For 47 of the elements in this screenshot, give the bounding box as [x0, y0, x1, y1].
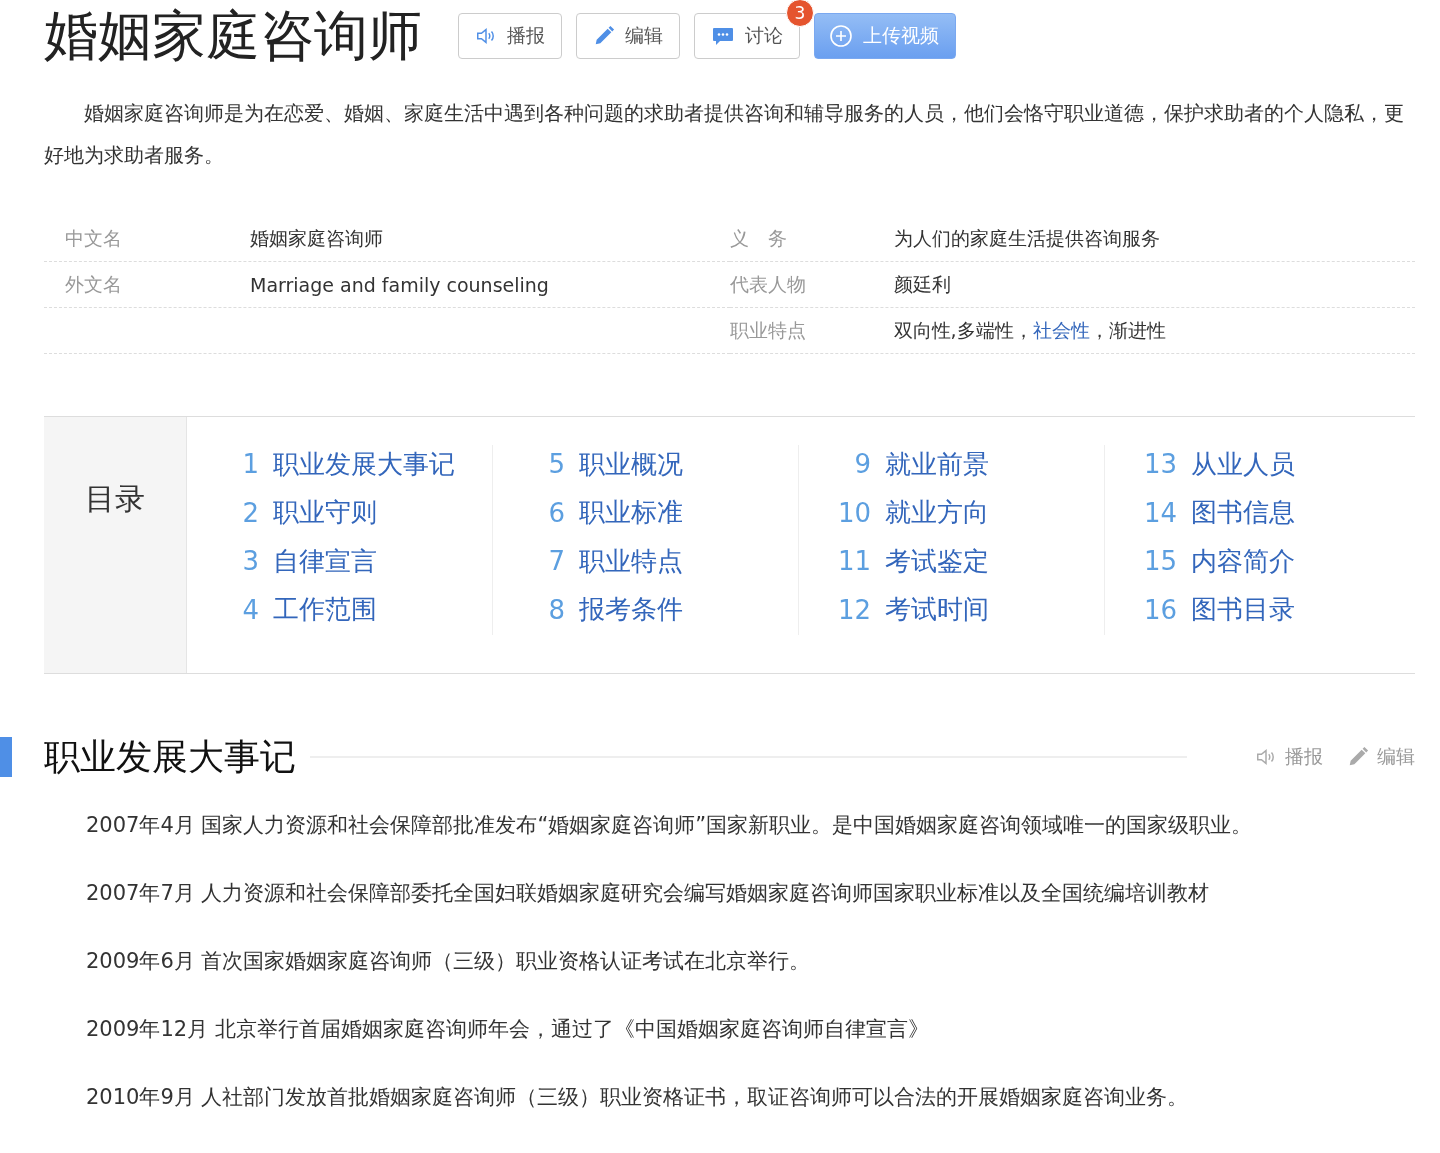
value-link[interactable]: 社会性: [1032, 318, 1090, 341]
paragraph: 2007年4月 国家人力资源和社会保障部批准发布“婚姻家庭咨询师”国家新职业。是中国婚姻家庭咨询领域唯一的国家级职业。: [85, 812, 1254, 839]
count-badge: 3: [786, 0, 814, 27]
catalog-link[interactable]: 14 图书信息: [1125, 493, 1411, 532]
paragraph: 2009年6月 首次国家婚姻家庭咨询师（三级）职业资格认证考试在北京举行。: [85, 948, 812, 975]
section-action-button[interactable]: 编辑: [1347, 744, 1415, 770]
catalog-link[interactable]: 12 考试时间: [819, 590, 1104, 629]
catalog-link[interactable]: 4 工作范围: [207, 590, 492, 629]
plus-circle-icon: [829, 24, 853, 48]
speaker-icon: [475, 25, 497, 47]
catalog-link[interactable]: 16 图书目录: [1125, 590, 1411, 629]
catalog-link[interactable]: 2 职业守则: [207, 493, 492, 532]
paragraph: 2009年12月 北京举行首届婚姻家庭咨询师年会，通过了《中国婚姻家庭咨询师自律宣言》: [85, 1016, 930, 1043]
field-label: 代表人物: [729, 271, 807, 297]
catalog-link[interactable]: 5 职业概况: [513, 445, 798, 484]
paragraph: 2007年7月 人力资源和社会保障部委托全国妇联婚姻家庭研究会编写婚姻家庭咨询师国家职业标准以及全国统编培训教材: [85, 880, 1211, 907]
section-action-button[interactable]: 播报: [1255, 744, 1323, 770]
field-value: 双向性,多端性，社会性，渐进性: [893, 317, 1166, 343]
catalog-link[interactable]: 13 从业人员: [1125, 445, 1411, 484]
pencil-icon: [593, 25, 615, 47]
field-value: 婚姻家庭咨询师: [250, 225, 383, 251]
catalog-link[interactable]: 6 职业标准: [513, 493, 798, 532]
field-label: 中文名: [64, 225, 123, 251]
action-button[interactable]: 编辑: [576, 13, 680, 59]
field-label: 外文名: [64, 271, 123, 297]
catalog-link[interactable]: 8 报考条件: [513, 590, 798, 629]
field-label: 职业特点: [729, 317, 807, 343]
catalog-link[interactable]: 11 考试鉴定: [819, 542, 1104, 581]
page-title: 婚姻家庭咨询师: [44, 3, 422, 69]
catalog-link[interactable]: 7 职业特点: [513, 542, 798, 581]
catalog-link[interactable]: 10 就业方向: [819, 493, 1104, 532]
speaker-icon: [1255, 746, 1277, 768]
action-button[interactable]: 播报: [458, 13, 562, 59]
section-marker: [0, 737, 12, 777]
field-label: 义 务: [729, 225, 788, 251]
catalog-link[interactable]: 3 自律宣言: [207, 542, 492, 581]
summary-text: 婚姻家庭咨询师是为在恋爱、婚姻、家庭生活中遇到各种问题的求助者提供咨询和辅导服务的人员，他们会恪守职业道德，保护求助者的个人隐私，更好地为求助者服务。: [44, 100, 1405, 169]
field-value: 颜廷利: [893, 271, 951, 297]
pencil-icon: [1347, 746, 1369, 768]
section-heading: 职业发展大事记: [44, 734, 296, 779]
field-value: Marriage and family counseling: [250, 273, 549, 296]
catalog-link[interactable]: 9 就业前景: [819, 445, 1104, 484]
catalog-heading: 目录: [44, 417, 187, 673]
catalog-link[interactable]: 1 职业发展大事记: [207, 445, 492, 484]
paragraph: 2010年9月 人社部门发放首批婚姻家庭咨询师（三级）职业资格证书，取证咨询师可以合法的开展婚姻家庭咨询业务。: [85, 1084, 1190, 1111]
catalog-link[interactable]: 15 内容简介: [1125, 542, 1411, 581]
field-value: 为人们的家庭生活提供咨询服务: [893, 225, 1160, 251]
